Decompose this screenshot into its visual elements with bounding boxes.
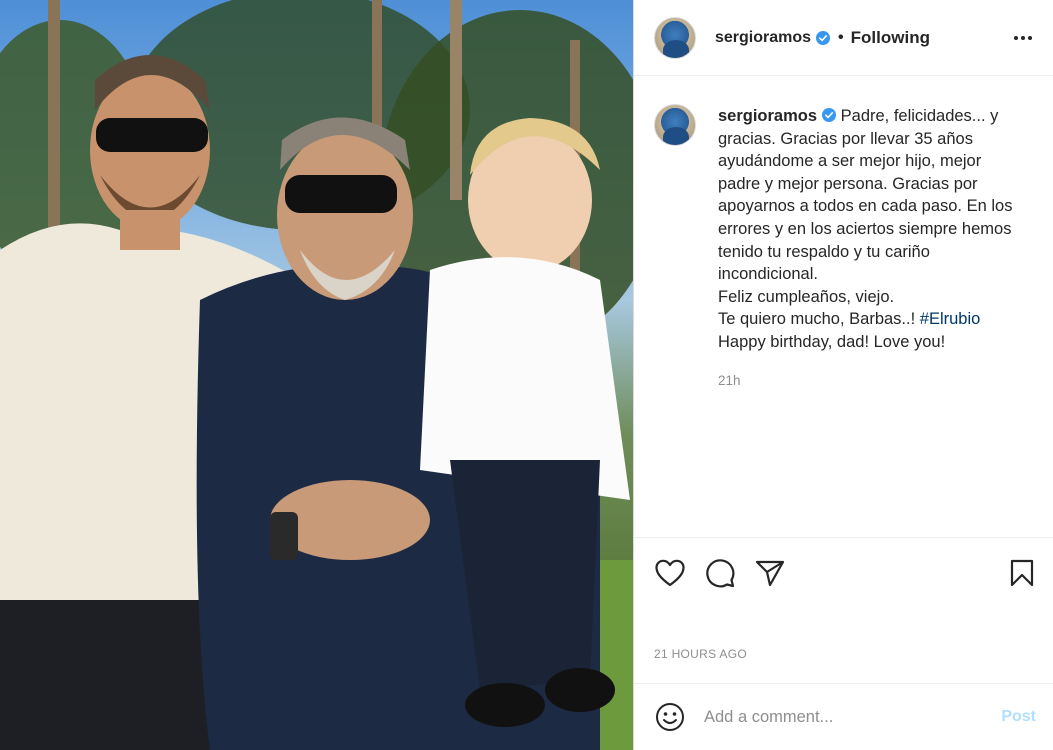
caption-line-9: Feliz cumpleaños, viejo. (718, 287, 895, 306)
photo-of-three-people (0, 0, 633, 750)
header-username[interactable]: sergioramos (715, 29, 811, 47)
caption-username[interactable]: sergioramos (718, 107, 817, 125)
paper-plane-icon[interactable] (754, 557, 786, 589)
action-bar (634, 537, 1053, 607)
verified-badge-icon (816, 30, 831, 45)
comment-input[interactable] (704, 707, 1002, 727)
comment-bar: Post (634, 683, 1053, 750)
caption-line-10: Te quiero mucho, Barbas..! (718, 310, 920, 329)
more-horizontal-icon[interactable] (1011, 26, 1035, 50)
caption-avatar[interactable] (654, 104, 696, 146)
post-timestamp[interactable]: 21 HOURS AGO (654, 647, 747, 661)
caption-line-6: errores y en los aciertos siempre hemos (718, 219, 1012, 238)
avatar[interactable] (654, 16, 696, 59)
caption-section: sergioramos Padre, felicidades... y grac… (654, 90, 1039, 536)
caption-line-5: apoyarnos a todos en cada paso. En los (718, 197, 1013, 216)
hashtag-link[interactable]: #Elrubio (920, 310, 981, 328)
caption-line-4: padre y mejor persona. Gracias por (718, 174, 978, 193)
post-photo[interactable] (0, 0, 633, 750)
bookmark-icon[interactable] (1006, 557, 1038, 589)
post-header: sergioramos • Following (634, 0, 1053, 76)
caption-line-2: gracias. Gracias por llevar 35 años (718, 129, 973, 148)
caption-line-8: incondicional. (718, 265, 818, 284)
following-button[interactable]: Following (851, 28, 930, 48)
caption-line-1: Padre, felicidades... y (840, 107, 999, 125)
post-button[interactable]: Post (1001, 708, 1036, 726)
caption-time[interactable]: 21h (718, 373, 741, 388)
caption-line-3: ayudándome a ser mejor hijo, mejor (718, 152, 982, 171)
caption-text: sergioramos Padre, felicidades... y grac… (718, 105, 1053, 354)
heart-icon[interactable] (654, 557, 686, 589)
header-separator: • (838, 28, 844, 46)
post-side-panel: sergioramos • Following sergioramos Padr… (633, 0, 1053, 750)
smiley-icon[interactable] (654, 701, 686, 733)
caption-line-11: Happy birthday, dad! Love you! (718, 332, 946, 351)
caption-line-7: tenido tu respaldo y tu cariño (718, 242, 930, 261)
comment-icon[interactable] (704, 557, 736, 589)
verified-badge-icon (822, 108, 837, 122)
